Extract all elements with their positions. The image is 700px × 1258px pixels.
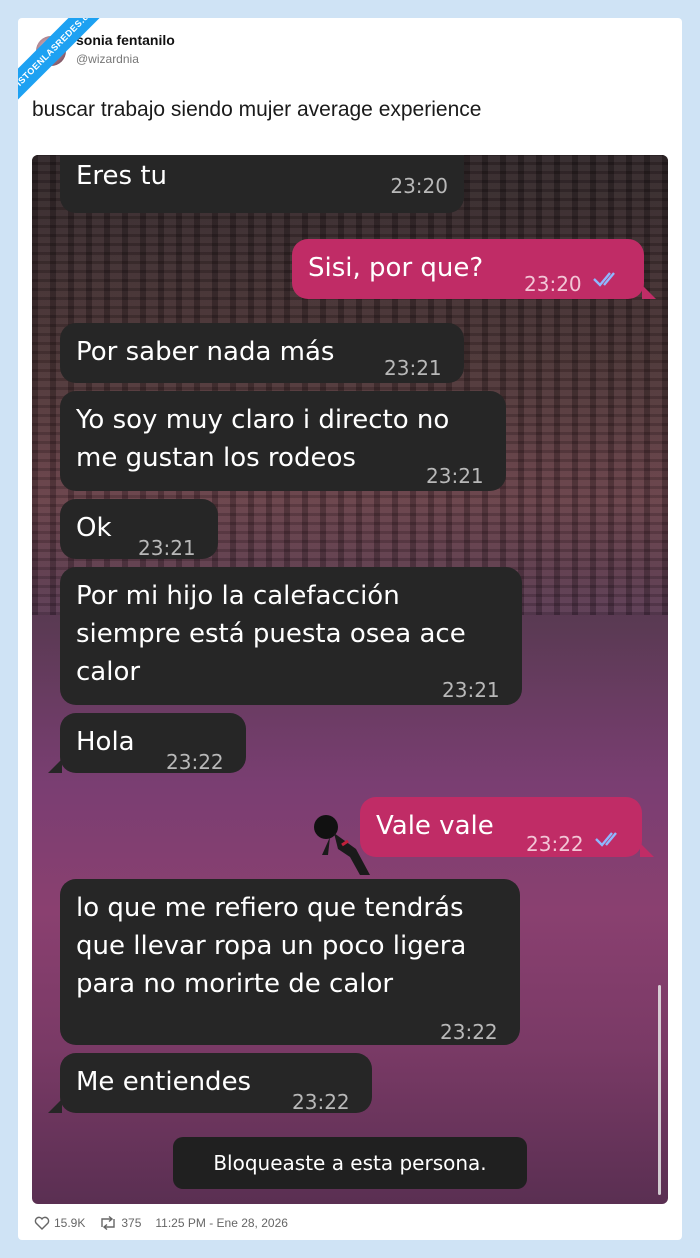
message-time: 23:22 — [526, 832, 584, 856]
incoming-message[interactable]: Eres tu 23:20 — [60, 155, 464, 213]
heart-icon[interactable] — [34, 1216, 50, 1230]
bubble-tail — [642, 285, 656, 299]
author-handle[interactable]: @wizardnia — [76, 52, 139, 66]
message-time: 23:21 — [426, 464, 484, 488]
message-time: 23:20 — [524, 272, 582, 296]
incoming-message[interactable]: lo que me refiero que tendrás que llevar… — [60, 879, 520, 1045]
read-receipt-icon — [593, 272, 615, 287]
message-time: 23:21 — [384, 356, 442, 380]
like-count: 15.9K — [54, 1216, 86, 1230]
message-text: Me entiendes — [76, 1067, 252, 1097]
bubble-tail — [48, 1099, 62, 1113]
incoming-message[interactable]: Ok 23:21 — [60, 499, 218, 560]
tweet-card: VISTOENLASREDES.com sonia fentanilo @wiz… — [18, 18, 682, 1240]
message-time: 23:20 — [390, 174, 448, 198]
chat-scrollbar[interactable] — [658, 985, 661, 1195]
message-time: 23:21 — [138, 536, 196, 560]
author-name[interactable]: sonia fentanilo — [76, 32, 175, 48]
tweet-text: buscar trabajo siendo mujer average expe… — [32, 98, 482, 121]
message-time: 23:22 — [292, 1090, 350, 1114]
message-text: Por mi hijo la calefacción siempre está … — [76, 581, 466, 687]
message-text: Por saber nada más — [76, 337, 335, 367]
retweet-icon[interactable] — [99, 1216, 117, 1230]
message-text: Ok — [76, 513, 112, 543]
read-receipt-icon — [595, 832, 617, 847]
retweet-count: 375 — [121, 1216, 142, 1230]
message-text: Yo soy muy claro i directo no me gustan … — [76, 405, 450, 473]
message-text: Vale vale — [376, 811, 494, 841]
message-text: Sisi, por que? — [308, 253, 484, 283]
incoming-message[interactable]: Por saber nada más 23:21 — [60, 323, 464, 383]
tweet-timestamp[interactable]: 11:25 PM - Ene 28, 2026 — [155, 1216, 288, 1230]
tweet-footer: 15.9K 375 11:25 PM - Ene 28, 2026 — [34, 1216, 292, 1230]
incoming-message[interactable]: Me entiendes 23:22 — [60, 1053, 372, 1114]
incoming-message[interactable]: Yo soy muy claro i directo no me gustan … — [60, 391, 506, 491]
chat-screenshot: Eres tu 23:20 Sisi, por que? 23:20 Por s… — [32, 155, 668, 1204]
message-text: Eres tu — [76, 161, 168, 191]
outgoing-message[interactable]: Sisi, por que? 23:20 — [292, 239, 644, 299]
incoming-message[interactable]: Hola 23:22 — [60, 713, 246, 774]
message-time: 23:22 — [166, 750, 224, 774]
outgoing-message[interactable]: Vale vale 23:22 — [360, 797, 642, 857]
blocked-notice: Bloqueaste a esta persona. — [173, 1137, 527, 1189]
message-text: lo que me refiero que tendrás que llevar… — [76, 893, 467, 999]
bubble-tail — [640, 843, 654, 857]
message-time: 23:22 — [440, 1020, 498, 1044]
message-text: Hola — [76, 727, 135, 757]
bubble-tail — [48, 759, 62, 773]
message-time: 23:21 — [442, 678, 500, 702]
incoming-message[interactable]: Por mi hijo la calefacción siempre está … — [60, 567, 522, 705]
